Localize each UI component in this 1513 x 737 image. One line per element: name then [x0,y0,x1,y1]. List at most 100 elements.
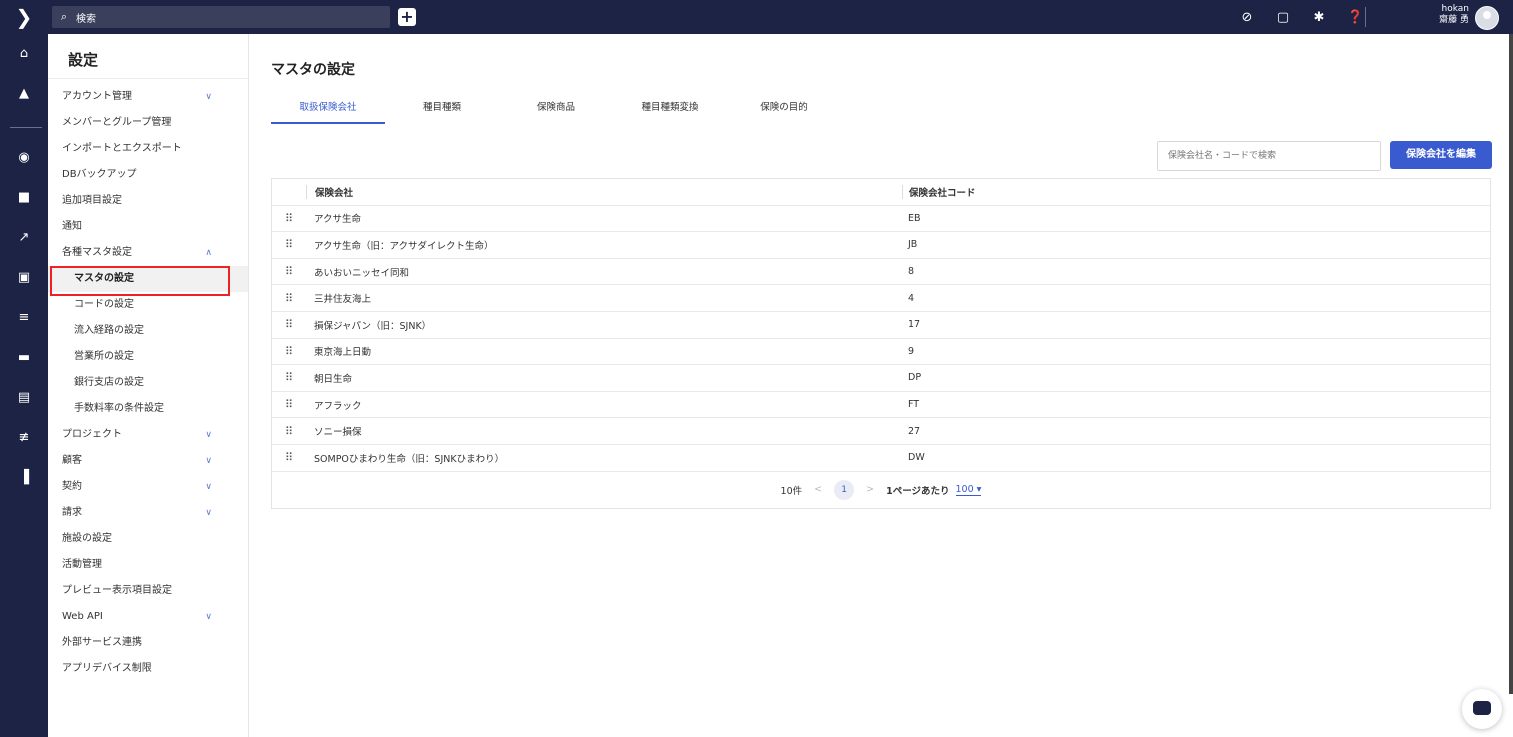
document-icon[interactable]: ■ [0,190,48,205]
sidebar-item-preview[interactable]: プレビュー表示項目設定 [48,578,248,604]
company-name: 損保ジャパン（旧：SJNK） [314,320,432,332]
sidebar-item-custom-fields[interactable]: 追加項目設定 [48,188,248,214]
table-row[interactable]: ⠿ 東京海上日動 9 [272,339,1490,366]
drag-handle-icon[interactable]: ⠿ [272,425,306,438]
sidebar-item-codes[interactable]: コードの設定 [48,292,248,318]
sidebar-item-members[interactable]: メンバーとグループ管理 [48,110,248,136]
table-row[interactable]: ⠿ 三井住友海上 4 [272,285,1490,312]
tab-insurance-purpose[interactable]: 保険の目的 [727,94,841,122]
chevron-down-icon: ∨ [205,456,212,466]
sidebar-item-master-settings[interactable]: 各種マスタ設定 ∧ [48,240,248,266]
page-number-button[interactable]: 1 [834,479,855,500]
scrollbar[interactable] [1509,34,1513,694]
sidebar-item-label: 顧客 [62,455,82,466]
sidebar-item-label: 契約 [62,481,82,492]
user-name[interactable]: hokan 齋藤 勇 [1439,4,1469,26]
bar-chart-icon[interactable]: ▐ [0,470,48,485]
sidebar-item-web-api[interactable]: Web API ∨ [48,604,248,630]
sidebar-item-billing[interactable]: 請求 ∨ [48,500,248,526]
chat-button[interactable] [1462,689,1502,729]
drag-handle-icon[interactable]: ⠿ [272,265,306,278]
company-code: 27 [908,425,921,437]
search-icon: ⌕ [60,10,68,23]
sidebar-item-project[interactable]: プロジェクト ∨ [48,422,248,448]
per-page-select[interactable]: 100 ▾ [955,483,982,496]
drag-handle-icon[interactable]: ⠿ [272,345,306,358]
sidebar-item-contract[interactable]: 契約 ∨ [48,474,248,500]
tab-item-types[interactable]: 種目種類 [385,94,499,122]
global-search[interactable]: ⌕ 検索 [52,6,390,28]
sidebar-item-label: 各種マスタ設定 [62,247,132,258]
badge-icon[interactable]: ▣ [0,270,48,285]
column-header-code[interactable]: 保険会社コード [902,184,1490,199]
drag-handle-icon[interactable]: ⠿ [272,451,306,464]
drag-handle-icon[interactable]: ⠿ [272,371,306,384]
table-row[interactable]: ⠿ 損保ジャパン（旧：SJNK） 17 [272,312,1490,339]
sidebar-item-db-backup[interactable]: DBバックアップ [48,162,248,188]
sidebar-item-label: 外部サービス連携 [62,637,142,648]
drag-handle-icon[interactable]: ⠿ [272,238,306,251]
table-row[interactable]: ⠿ SOMPOひまわり生命（旧：SJNKひまわり） DW [272,445,1490,472]
settings-sidebar: 設定 アカウント管理 ∨ メンバーとグループ管理 インポートとエクスポート DBバ… [48,34,249,737]
check-circle-icon[interactable]: ⊘ [1239,10,1255,25]
table-row[interactable]: ⠿ アクサ生命 EB [272,206,1490,233]
checklist-icon[interactable]: ≡ [0,310,48,325]
sidebar-item-integrations[interactable]: 外部サービス連携 [48,630,248,656]
table-row[interactable]: ⠿ アフラック FT [272,392,1490,419]
sidebar-item-label: 追加項目設定 [62,195,122,206]
book-icon[interactable]: ▤ [0,390,48,405]
top-icons: ⊘ ▢ ✱ ❓ [1239,0,1364,34]
column-header-company[interactable]: 保険会社 [306,184,902,199]
next-page-button[interactable]: > [866,484,874,495]
sidebar-item-bank-branches[interactable]: 銀行支店の設定 [48,370,248,396]
sidebar-item-label: Web API [62,611,103,622]
table-row[interactable]: ⠿ 朝日生命 DP [272,365,1490,392]
prev-page-button[interactable]: < [814,484,822,495]
chevron-up-icon: ∧ [205,248,212,258]
sidebar-item-commission[interactable]: 手数料率の条件設定 [48,396,248,422]
sidebar-item-account[interactable]: アカウント管理 ∨ [48,84,248,110]
settings-nav: アカウント管理 ∨ メンバーとグループ管理 インポートとエクスポート DBバックア… [48,84,248,682]
tab-type-conversion[interactable]: 種目種類変換 [613,94,727,122]
sidebar-item-facility[interactable]: 施設の設定 [48,526,248,552]
company-name: SOMPOひまわり生命（旧：SJNKひまわり） [314,453,505,465]
drag-handle-icon[interactable]: ⠿ [272,212,306,225]
sidebar-item-offices[interactable]: 営業所の設定 [48,344,248,370]
sidebar-item-label: インポートとエクスポート [62,143,182,154]
edit-companies-button[interactable]: 保険会社を編集 [1390,141,1492,169]
drag-handle-icon[interactable]: ⠿ [272,292,306,305]
sidebar-item-customer[interactable]: 顧客 ∨ [48,448,248,474]
chevron-down-icon: ∨ [205,92,212,102]
drag-handle-icon[interactable]: ⠿ [272,318,306,331]
sidebar-item-master[interactable]: マスタの設定 [48,266,248,296]
trend-icon[interactable]: ↗ [0,230,48,245]
table-row[interactable]: ⠿ あいおいニッセイ同和 8 [272,259,1490,286]
calendar-icon[interactable]: ▢ [1275,10,1291,25]
chevron-down-icon: ∨ [205,430,212,440]
drag-handle-icon[interactable]: ⠿ [272,398,306,411]
tab-products[interactable]: 保険商品 [499,94,613,122]
sidebar-item-inflow[interactable]: 流入経路の設定 [48,318,248,344]
sidebar-item-label: プレビュー表示項目設定 [62,585,172,596]
table-row[interactable]: ⠿ アクサ生命（旧：アクサダイレクト生命） JB [272,232,1490,259]
home-icon[interactable]: ⌂ [0,46,48,61]
person-icon[interactable]: ◉ [0,150,48,165]
caret-down-icon: ▾ [976,483,982,495]
add-button[interactable]: + [398,8,416,26]
sidebar-item-import-export[interactable]: インポートとエクスポート [48,136,248,162]
list-x-icon[interactable]: ≢ [0,430,48,445]
gear-icon[interactable]: ✱ [1311,10,1327,25]
tab-insurance-companies[interactable]: 取扱保険会社 [271,94,385,124]
avatar[interactable] [1475,6,1499,30]
sidebar-item-notifications[interactable]: 通知 [48,214,248,240]
help-icon[interactable]: ❓ [1347,10,1363,25]
bell-icon[interactable]: ▲ [0,86,48,101]
folder-icon[interactable]: ▬ [0,350,48,365]
company-search-input[interactable] [1157,141,1381,171]
user-line1: hokan [1441,4,1469,14]
table-row[interactable]: ⠿ ソニー損保 27 [272,418,1490,445]
left-rail: ⌂ ▲ ◉ ■ ↗ ▣ ≡ ▬ ▤ ≢ ▐ [0,34,48,737]
sidebar-item-activity[interactable]: 活動管理 [48,552,248,578]
menu-toggle-icon[interactable]: ❯ [0,0,48,34]
sidebar-item-device-restriction[interactable]: アプリデバイス制限 [48,656,248,682]
